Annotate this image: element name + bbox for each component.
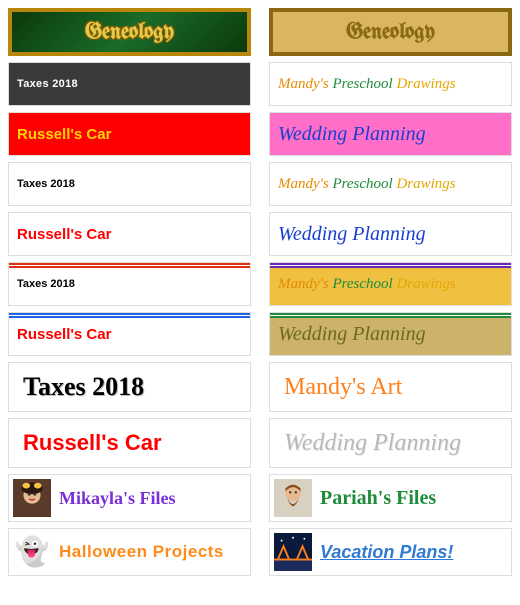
avatar-man-icon (274, 479, 312, 517)
label-taxes-plain: Taxes 2018 (8, 162, 251, 206)
label-vacation: Vacation Plans! (269, 528, 512, 576)
label-taxes-striped: Taxes 2018 (8, 262, 251, 306)
mandy-art-text: Mandy's Art (284, 374, 402, 401)
mikayla-text: Mikayla's Files (59, 488, 176, 509)
label-geneology-green: Geneology (8, 8, 251, 56)
label-russell-plain: Russell's Car (8, 212, 251, 256)
taxes-text: Taxes 2018 (17, 178, 75, 190)
ghost-icon: 👻 (13, 533, 51, 571)
vacation-text: Vacation Plans! (320, 542, 453, 563)
geneology-text: Geneology (346, 21, 435, 44)
label-russell-big: Russell's Car (8, 418, 251, 468)
avatar-girl-icon (13, 479, 51, 517)
taxes-text: Taxes 2018 (23, 372, 144, 402)
label-wedding-khaki: Wedding Planning (269, 312, 512, 356)
label-mandy-preschool: Mandy's Preschool Drawings (269, 162, 512, 206)
label-mandy-gold-striped: Mandy's Preschool Drawings (269, 262, 512, 306)
label-wedding-pink: Wedding Planning (269, 112, 512, 156)
geneology-text: Geneology (85, 21, 174, 44)
label-wedding-gray: Wedding Planning (269, 418, 512, 468)
label-halloween: 👻 Halloween Projects (8, 528, 251, 576)
label-taxes-big: Taxes 2018 (8, 362, 251, 412)
bridge-night-icon (274, 533, 312, 571)
wedding-text: Wedding Planning (278, 123, 426, 146)
wedding-text: Wedding Planning (278, 223, 426, 246)
wedding-text: Wedding Planning (284, 430, 461, 457)
label-russell-striped: Russell's Car (8, 312, 251, 356)
russell-text: Russell's Car (17, 326, 111, 343)
label-mikayla: Mikayla's Files (8, 474, 251, 522)
taxes-text: Taxes 2018 (17, 278, 75, 290)
wedding-text: Wedding Planning (278, 323, 426, 346)
russell-text: Russell's Car (23, 430, 162, 456)
halloween-text: Halloween Projects (59, 542, 224, 562)
russell-text: Russell's Car (17, 226, 111, 243)
label-taxes-dark: Taxes 2018 (8, 62, 251, 106)
label-mandy-art: Mandy's Art (269, 362, 512, 412)
pariah-text: Pariah's Files (320, 487, 436, 510)
label-pariah: Pariah's Files (269, 474, 512, 522)
mandy-text: Mandy's Preschool Drawings (278, 176, 456, 193)
label-russell-red-bg: Russell's Car (8, 112, 251, 156)
label-grid: Geneology Geneology Taxes 2018 Mandy's P… (8, 8, 512, 576)
label-mandy-preschool: Mandy's Preschool Drawings (269, 62, 512, 106)
taxes-text: Taxes 2018 (17, 78, 78, 90)
mandy-text: Mandy's Preschool Drawings (278, 276, 456, 293)
label-wedding-plain: Wedding Planning (269, 212, 512, 256)
russell-text: Russell's Car (17, 126, 111, 143)
mandy-text: Mandy's Preschool Drawings (278, 76, 456, 93)
label-geneology-gold: Geneology (269, 8, 512, 56)
